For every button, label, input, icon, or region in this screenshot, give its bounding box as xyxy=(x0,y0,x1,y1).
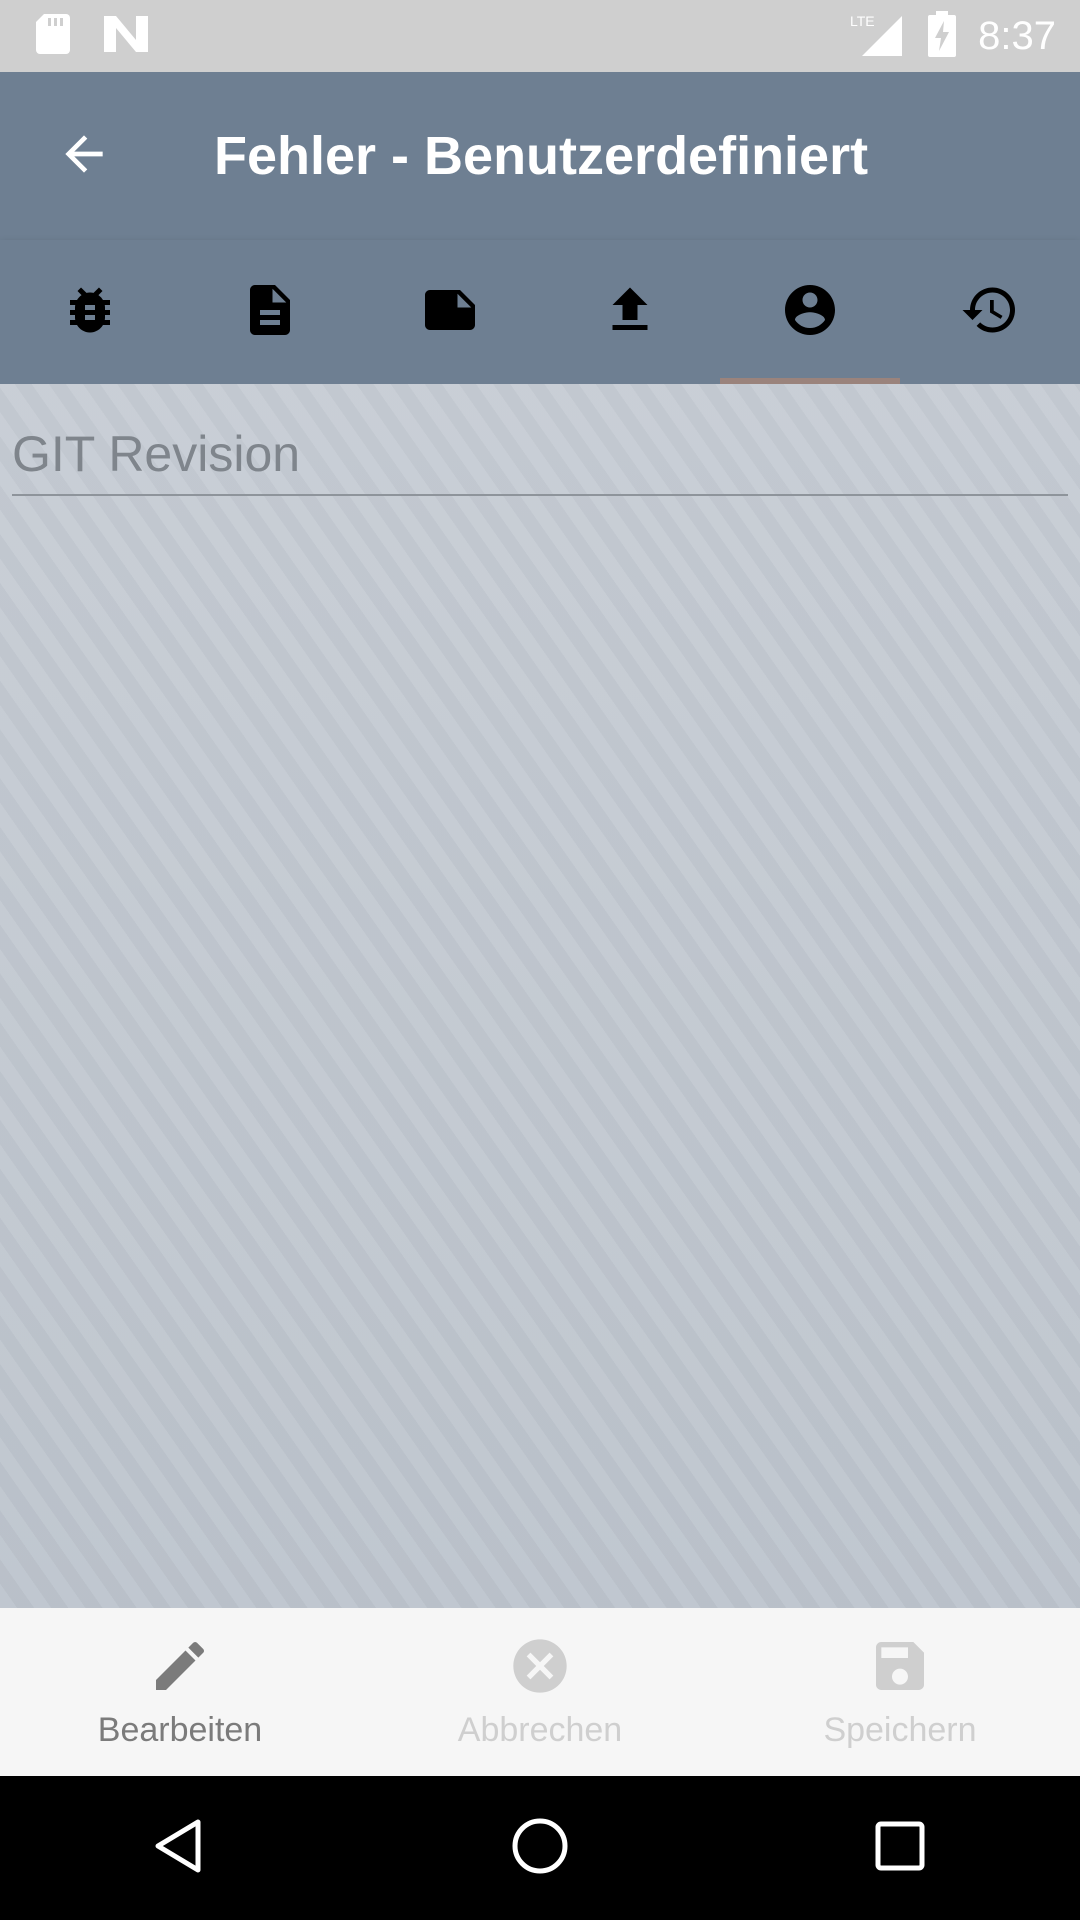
save-icon xyxy=(868,1634,932,1703)
edit-button[interactable]: Bearbeiten xyxy=(0,1608,360,1776)
back-button[interactable] xyxy=(34,106,134,206)
lte-signal-icon: LTE xyxy=(850,12,906,61)
arrow-back-icon xyxy=(56,126,112,187)
svg-text:LTE: LTE xyxy=(850,13,875,29)
system-nav-bar xyxy=(0,1776,1080,1920)
status-bar: LTE 8:37 xyxy=(0,0,1080,72)
bottom-action-bar: Bearbeiten Abbrechen Speichern xyxy=(0,1608,1080,1776)
notification-n-icon xyxy=(104,15,148,57)
upload-icon xyxy=(600,280,660,345)
edit-label: Bearbeiten xyxy=(97,1711,263,1749)
tab-bar xyxy=(0,240,1080,384)
tab-upload[interactable] xyxy=(540,240,720,384)
note-icon xyxy=(420,280,480,345)
tab-account[interactable] xyxy=(720,240,900,384)
cancel-label: Abbrechen xyxy=(457,1711,623,1749)
save-button[interactable]: Speichern xyxy=(720,1608,1080,1776)
cancel-button[interactable]: Abbrechen xyxy=(360,1608,720,1776)
triangle-back-icon xyxy=(150,1816,210,1881)
nav-home-button[interactable] xyxy=(480,1788,600,1908)
status-time: 8:37 xyxy=(978,13,1056,58)
page-title: Fehler - Benutzerdefiniert xyxy=(214,126,869,186)
git-revision-input[interactable] xyxy=(12,414,1068,494)
document-icon xyxy=(240,280,300,345)
tab-note[interactable] xyxy=(360,240,540,384)
history-icon xyxy=(960,280,1020,345)
sd-card-icon xyxy=(36,13,70,59)
app-bar: Fehler - Benutzerdefiniert xyxy=(0,72,1080,240)
square-recents-icon xyxy=(870,1816,930,1881)
bug-icon xyxy=(60,280,120,345)
tab-bug[interactable] xyxy=(0,240,180,384)
account-circle-icon xyxy=(780,280,840,345)
tab-document[interactable] xyxy=(180,240,360,384)
cancel-icon xyxy=(508,1634,572,1703)
tab-history[interactable] xyxy=(900,240,1080,384)
circle-home-icon xyxy=(510,1816,570,1881)
nav-back-button[interactable] xyxy=(120,1788,240,1908)
pencil-icon xyxy=(148,1634,212,1703)
save-label: Speichern xyxy=(823,1711,977,1749)
battery-charging-icon xyxy=(928,10,957,62)
nav-recents-button[interactable] xyxy=(840,1788,960,1908)
content-area xyxy=(0,384,1080,1608)
git-revision-field xyxy=(12,414,1068,496)
